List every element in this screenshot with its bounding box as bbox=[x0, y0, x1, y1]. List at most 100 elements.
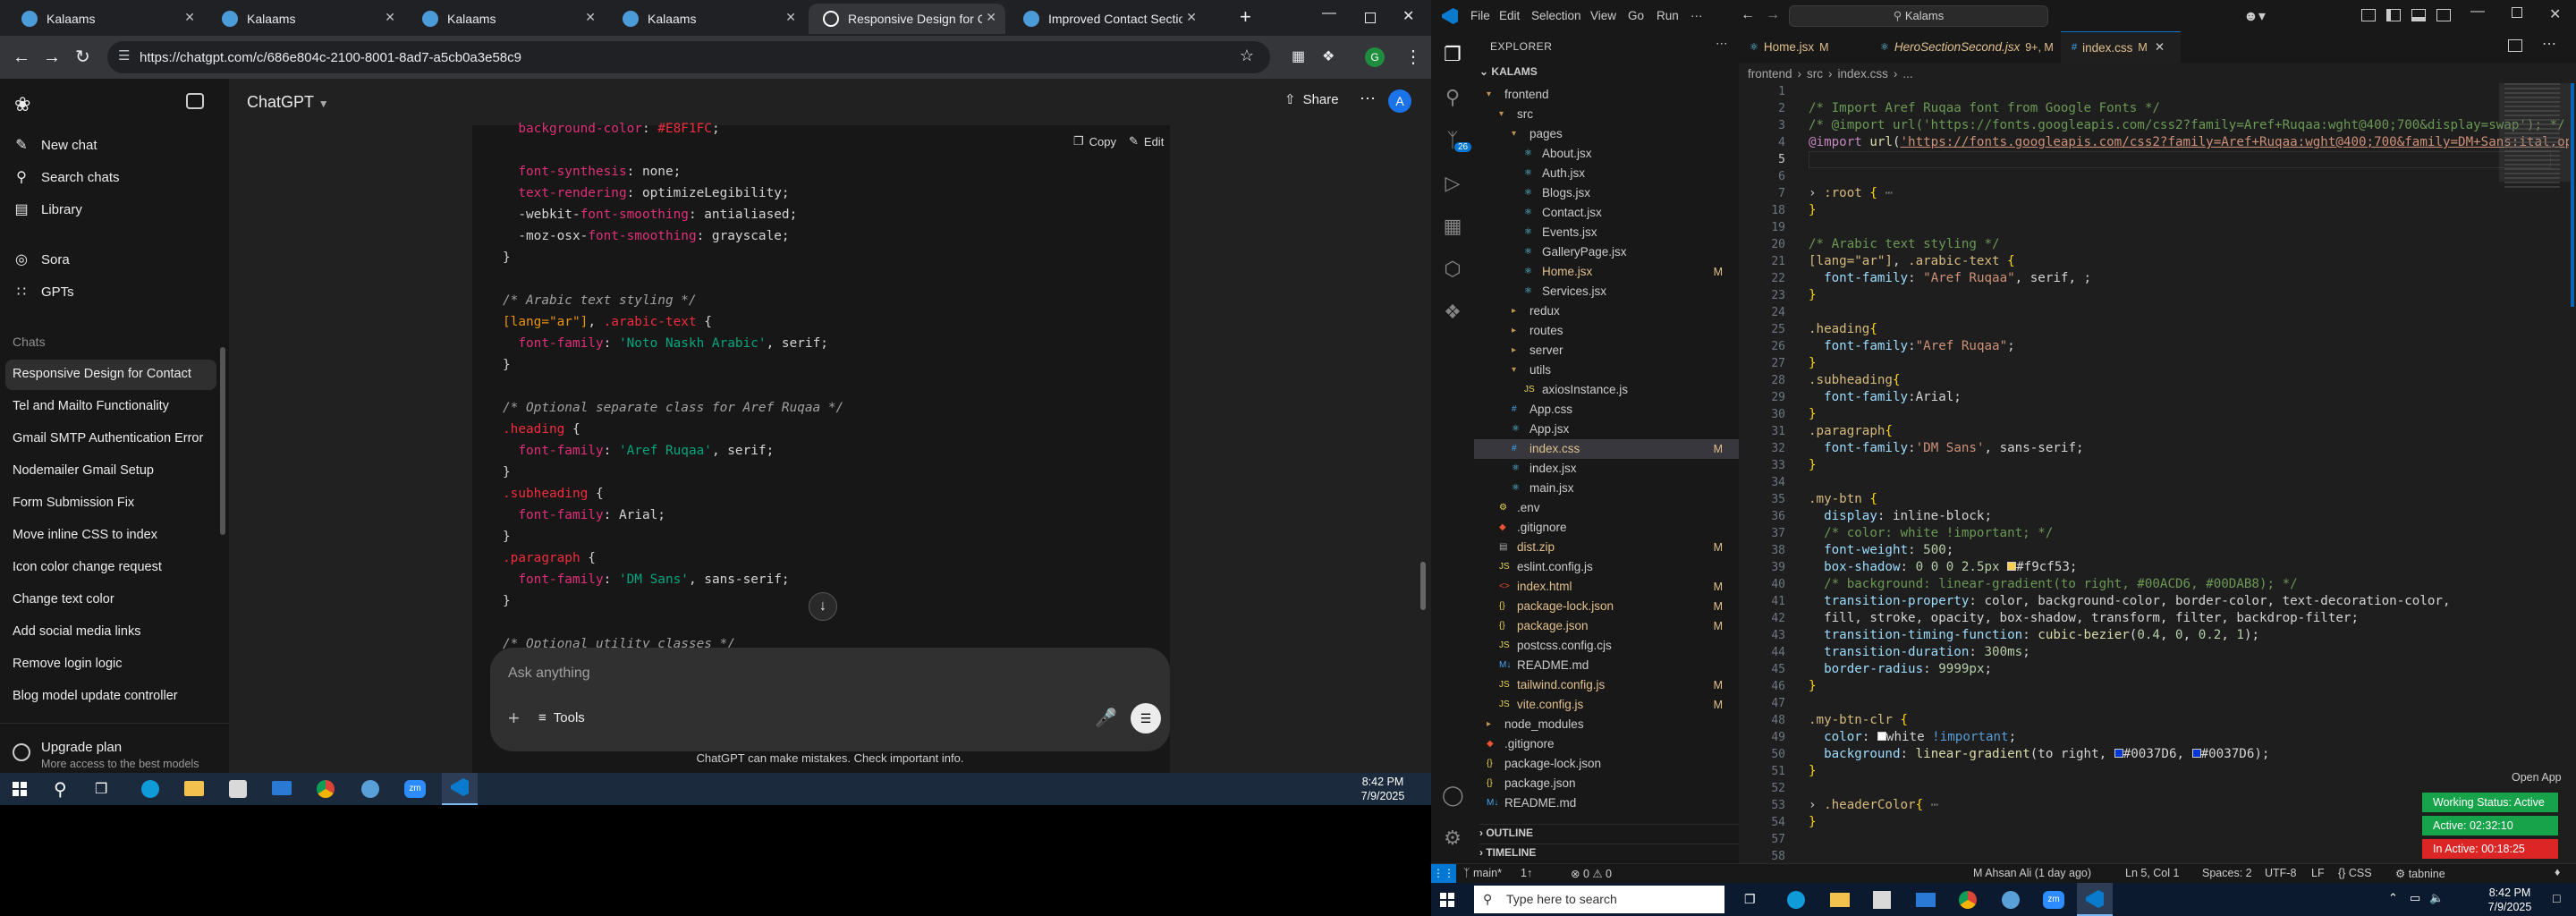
close-tab-icon[interactable]: ✕ bbox=[184, 10, 195, 25]
file-tree-item[interactable]: ▸ routes bbox=[1474, 321, 1739, 341]
cursor-position[interactable]: Ln 5, Col 1 bbox=[2125, 867, 2179, 879]
file-tree-item[interactable]: ⚛ GalleryPage.jsx bbox=[1474, 242, 1739, 262]
editor-more-icon[interactable]: ⋯ bbox=[2542, 35, 2556, 53]
chat-scrollbar[interactable] bbox=[1420, 562, 1426, 610]
chat-history-item[interactable]: Nodemailer Gmail Setup bbox=[13, 463, 154, 478]
profile-avatar[interactable]: G bbox=[1365, 47, 1385, 67]
chat-history-item[interactable]: Blog model update controller bbox=[13, 689, 178, 703]
problems-status[interactable]: ⊗ 0 ⚠ 0 bbox=[1571, 867, 1612, 880]
file-tree-item[interactable]: ▾ pages bbox=[1474, 124, 1739, 144]
microphone-icon[interactable]: 🎤 bbox=[1095, 707, 1117, 729]
sidebar-item-gpts[interactable]: ∷ GPTs bbox=[13, 283, 74, 301]
notifications-bell-icon[interactable]: ♦ bbox=[2555, 866, 2560, 878]
chrome-icon[interactable] bbox=[317, 780, 335, 798]
nav-forward-icon[interactable]: → bbox=[1766, 7, 1780, 23]
vscode-icon[interactable] bbox=[2077, 883, 2113, 916]
volume-icon[interactable]: 🔈 bbox=[2429, 891, 2444, 905]
breadcrumb-item[interactable]: frontend bbox=[1748, 67, 1792, 81]
file-tree-item[interactable]: ⚛ About.jsx bbox=[1474, 144, 1739, 164]
file-tree-item[interactable]: {} package-lock.json bbox=[1474, 754, 1739, 774]
mail-icon[interactable] bbox=[1916, 893, 1936, 907]
split-editor-icon[interactable] bbox=[2508, 39, 2522, 52]
close-icon[interactable]: ✕ bbox=[1402, 7, 1414, 25]
file-tree-item[interactable]: ⚛ Blogs.jsx bbox=[1474, 183, 1739, 203]
chrome-alt-icon[interactable] bbox=[361, 780, 379, 798]
layout-icon[interactable] bbox=[2436, 9, 2451, 21]
taskbar-search[interactable]: ⚲ Type here to search bbox=[1474, 886, 1724, 913]
open-app-label[interactable]: Open App bbox=[2512, 771, 2562, 784]
extensions-icon[interactable]: ▦ bbox=[1442, 216, 1463, 237]
close-tab-icon[interactable]: ✕ bbox=[2155, 40, 2165, 55]
toggle-panel-icon[interactable] bbox=[2361, 9, 2376, 21]
close-tab-icon[interactable]: ✕ bbox=[785, 10, 796, 25]
browser-tab[interactable]: Kalaams ✕ bbox=[408, 4, 605, 34]
voice-mode-button[interactable]: ☰ bbox=[1131, 703, 1161, 734]
file-tree-item[interactable]: <> index.html M bbox=[1474, 577, 1739, 597]
project-header[interactable]: ⌄ KALAMS bbox=[1479, 65, 1538, 78]
copilot-icon[interactable]: ☻▾ bbox=[2243, 7, 2266, 25]
sync-status[interactable]: 1↑ bbox=[1521, 867, 1532, 879]
menu-item-3[interactable]: View bbox=[1590, 9, 1616, 22]
language-mode[interactable]: {} CSS bbox=[2338, 867, 2372, 879]
file-tree-item[interactable]: {} package-lock.json M bbox=[1474, 597, 1739, 616]
minimize-icon[interactable]: — bbox=[2470, 4, 2485, 20]
browser-tab[interactable]: Kalaams ✕ bbox=[208, 4, 404, 34]
edge-icon[interactable] bbox=[141, 780, 159, 798]
close-tab-icon[interactable]: ✕ bbox=[986, 10, 996, 25]
menu-item-6[interactable]: ··· bbox=[1690, 9, 1703, 22]
forward-icon[interactable]: → bbox=[43, 47, 61, 68]
file-tree-item[interactable]: ⚛ main.jsx bbox=[1474, 479, 1739, 498]
search-icon[interactable]: ⚲ bbox=[54, 778, 67, 801]
new-tab-icon[interactable]: + bbox=[1240, 5, 1251, 29]
mail-icon[interactable] bbox=[272, 781, 292, 795]
edge-icon[interactable] bbox=[1787, 891, 1805, 909]
reload-icon[interactable]: ↻ bbox=[75, 47, 90, 68]
editor-tab[interactable]: ⚛ Home.jsx M bbox=[1739, 31, 1868, 63]
chat-history-item[interactable]: Gmail SMTP Authentication Error bbox=[13, 431, 203, 445]
chrome-menu-icon[interactable]: ⋮ bbox=[1404, 47, 1422, 68]
chat-history-item[interactable]: Responsive Design for Contact bbox=[13, 367, 191, 381]
sidebar-scrollbar[interactable] bbox=[220, 347, 225, 535]
file-tree-item[interactable]: ⚙ .env bbox=[1474, 498, 1739, 518]
model-selector[interactable]: ChatGPT ▼ bbox=[247, 93, 329, 112]
file-tree-item[interactable]: M↓ README.md bbox=[1474, 793, 1739, 813]
file-tree-item[interactable]: ⚛ Events.jsx bbox=[1474, 223, 1739, 242]
file-tree-item[interactable]: ⚛ Home.jsx M bbox=[1474, 262, 1739, 282]
file-tree-item[interactable]: # App.css bbox=[1474, 400, 1739, 420]
toggle-bottom-panel-icon[interactable] bbox=[2411, 9, 2426, 21]
share-button[interactable]: ⇧ Share bbox=[1284, 91, 1339, 108]
outline-section[interactable]: › OUTLINE bbox=[1479, 824, 1739, 839]
address-bar[interactable]: ☰ https://chatgpt.com/c/686e804c-2100-80… bbox=[107, 41, 1270, 73]
more-options-icon[interactable]: ⋯ bbox=[1360, 89, 1376, 108]
openai-logo-icon[interactable]: ❀ bbox=[14, 93, 30, 116]
file-tree-item[interactable]: ◆ .gitignore bbox=[1474, 518, 1739, 538]
sidebar-item-library[interactable]: ▤ Library bbox=[13, 200, 81, 218]
store-icon[interactable] bbox=[229, 780, 247, 798]
breadcrumb-item[interactable]: ... bbox=[1902, 67, 1912, 81]
windows-start-icon[interactable] bbox=[1440, 893, 1454, 907]
chat-history-item[interactable]: Remove login logic bbox=[13, 657, 123, 671]
menu-item-0[interactable]: File bbox=[1470, 9, 1490, 22]
more-actions-icon[interactable]: ⋯ bbox=[1716, 37, 1728, 51]
docker-icon[interactable]: ⬡ bbox=[1442, 259, 1463, 280]
file-explorer-icon[interactable] bbox=[184, 781, 204, 796]
file-tree-item[interactable]: {} package.json bbox=[1474, 774, 1739, 793]
browser-tab[interactable]: Improved Contact Section St ✕ bbox=[1009, 4, 1206, 34]
mongodb-icon[interactable]: ❖ bbox=[1442, 301, 1463, 323]
file-tree-item[interactable]: JS axiosInstance.js bbox=[1474, 380, 1739, 400]
zoom-icon[interactable]: zm bbox=[404, 780, 426, 798]
sidebar-item-sora[interactable]: ◎ Sora bbox=[13, 250, 70, 268]
file-tree-item[interactable]: {} package.json M bbox=[1474, 616, 1739, 636]
file-tree-item[interactable]: ▾ frontend bbox=[1474, 85, 1739, 105]
file-tree-item[interactable]: JS postcss.config.cjs bbox=[1474, 636, 1739, 656]
close-sidebar-icon[interactable] bbox=[186, 93, 204, 109]
menu-item-2[interactable]: Selection bbox=[1531, 9, 1581, 22]
chrome-icon[interactable] bbox=[1959, 891, 1977, 909]
settings-gear-icon[interactable]: ⚙ bbox=[1442, 827, 1463, 849]
browser-tab[interactable]: Responsive Design for Conta ✕ bbox=[809, 4, 1005, 34]
file-tree-item[interactable]: JS vite.config.js M bbox=[1474, 695, 1739, 715]
store-icon[interactable] bbox=[1873, 891, 1891, 909]
browser-tab[interactable]: Kalaams ✕ bbox=[7, 4, 204, 34]
chat-history-item[interactable]: Icon color change request bbox=[13, 560, 162, 574]
bookmark-star-icon[interactable]: ☆ bbox=[1240, 47, 1254, 65]
